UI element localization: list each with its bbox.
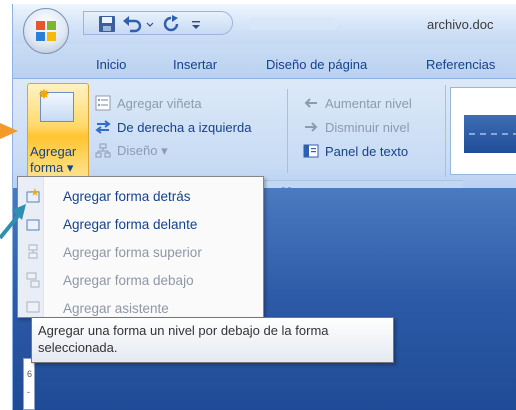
right-to-left-button[interactable]: De derecha a izquierda <box>95 117 251 137</box>
demote-label: Disminuir nivel <box>325 119 410 135</box>
save-icon[interactable] <box>98 15 116 33</box>
smartart-styles-gallery[interactable] <box>450 87 516 175</box>
layout-button[interactable]: Diseño ▾ <box>95 141 168 161</box>
menu-item-add-assistant[interactable]: Agregar asistente <box>18 294 263 317</box>
menu-item-add-shape-below[interactable]: Agregar forma debajo <box>18 266 263 294</box>
tab-referencias[interactable]: Referencias <box>426 57 495 72</box>
vertical-ruler: 6 - <box>23 358 35 410</box>
menu-item-label: Agregar forma detrás <box>63 188 191 204</box>
tooltip: Agregar una forma un nivel por debajo de… <box>31 317 394 363</box>
add-shape-button[interactable]: ✸ Agregar forma ▾ <box>27 83 89 179</box>
chevron-down-icon[interactable] <box>146 15 154 33</box>
add-bullet-label: Agregar viñeta <box>117 95 202 111</box>
customize-qat-icon[interactable] <box>190 15 202 33</box>
office-logo-icon <box>36 21 56 41</box>
add-shape-below-icon <box>26 272 40 288</box>
demote-button[interactable]: Disminuir nivel <box>303 117 410 137</box>
add-assistant-icon <box>26 301 40 313</box>
text-pane-label: Panel de texto <box>325 143 409 159</box>
menu-item-label: Agregar asistente <box>63 300 169 316</box>
orange-arrow-icon <box>0 123 18 139</box>
tab-inicio[interactable]: Inicio <box>96 57 126 72</box>
ribbon-panel: ✸ Agregar forma ▾ Agregar viñeta De dere… <box>13 78 516 199</box>
star-icon: ✸ <box>38 86 50 102</box>
window-title: archivo.doc <box>427 17 494 32</box>
menu-item-label: Agregar forma debajo <box>63 272 194 288</box>
title-bar: archivo.doc <box>13 4 516 44</box>
bullet-list-icon <box>95 95 111 111</box>
undo-icon[interactable] <box>122 15 144 33</box>
gallery-dash <box>469 133 516 135</box>
ruler-mark: - <box>27 387 30 397</box>
office-button[interactable] <box>23 8 69 54</box>
promote-label: Aumentar nivel <box>325 95 412 111</box>
text-pane-button[interactable]: Panel de texto <box>303 141 408 161</box>
layout-label: Diseño ▾ <box>117 143 168 158</box>
title-blur <box>248 18 338 30</box>
ribbon-separator-2 <box>445 85 446 177</box>
quick-access-toolbar <box>83 11 233 35</box>
menu-item-add-shape-before[interactable]: Agregar forma delante <box>18 210 263 238</box>
ribbon-tabs: Inicio Insertar Diseño de página Referen… <box>13 44 516 78</box>
arrow-right-icon <box>305 122 318 132</box>
menu-item-label: Agregar forma delante <box>63 216 198 232</box>
word-window: archivo.doc Inicio Insertar Diseño de pá… <box>12 4 516 410</box>
teal-arrow-icon <box>0 204 26 240</box>
menu-item-add-shape-above[interactable]: Agregar forma superior <box>18 238 263 266</box>
redo-icon[interactable] <box>160 15 182 33</box>
tab-diseno-de-pagina[interactable]: Diseño de página <box>266 57 367 72</box>
add-shape-above-icon <box>28 244 38 259</box>
ruler-mark: 6 <box>27 369 33 379</box>
tab-insertar[interactable]: Insertar <box>173 57 217 72</box>
menu-item-add-shape-after[interactable]: Agregar forma detrás <box>18 182 263 210</box>
right-to-left-label: De derecha a izquierda <box>117 119 252 135</box>
swap-arrows-icon <box>95 120 111 134</box>
org-chart-icon <box>95 143 111 158</box>
ribbon-separator <box>287 89 288 173</box>
add-shape-label: Agregar <box>30 144 77 159</box>
text-pane-icon <box>303 144 319 158</box>
add-shape-label-2: forma ▾ <box>30 160 74 175</box>
add-shape-dropdown-menu: Agregar forma detrás Agregar forma delan… <box>17 176 264 318</box>
menu-item-label: Agregar forma superior <box>63 244 202 260</box>
add-bullet-button[interactable]: Agregar viñeta <box>95 93 202 113</box>
arrow-left-icon <box>304 98 317 108</box>
promote-button[interactable]: Aumentar nivel <box>303 93 412 113</box>
